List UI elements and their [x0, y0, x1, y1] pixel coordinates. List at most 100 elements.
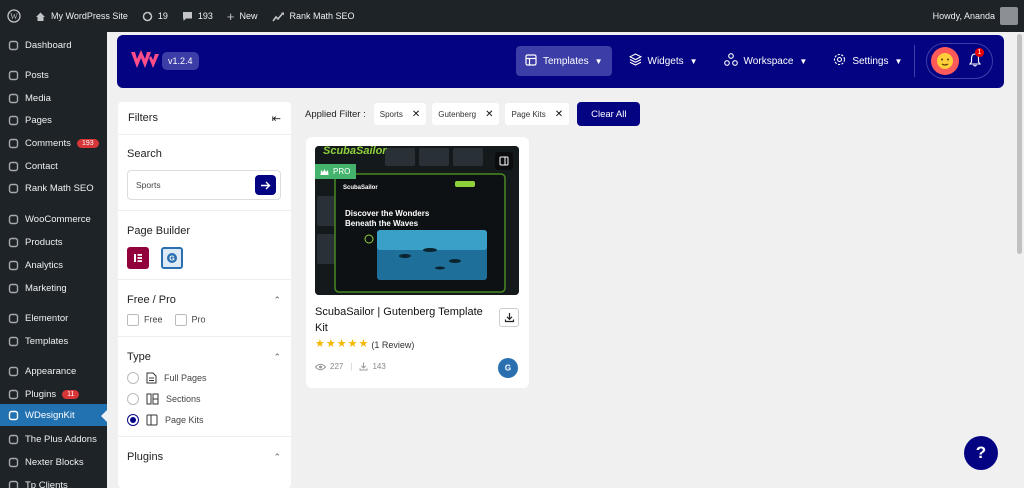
free-checkbox[interactable]: Free	[127, 314, 163, 326]
applied-filters: Applied Filter : Sports ✕ Gutenberg ✕ Pa…	[305, 102, 641, 126]
my-account-link[interactable]: Howdy, Ananda	[933, 7, 1024, 25]
sidebar-item-contact[interactable]: Contact	[0, 155, 107, 177]
filter-chip-gutenberg: Gutenberg ✕	[432, 103, 500, 125]
clients-icon	[7, 479, 19, 488]
svg-text:G: G	[169, 256, 175, 263]
sidebar-item-appearance[interactable]: Appearance	[0, 360, 107, 382]
sidebar-item-dashboard[interactable]: Dashboard	[0, 34, 107, 56]
nav-settings[interactable]: Settings ▼	[824, 46, 911, 76]
new-label: New	[239, 11, 258, 21]
wordpress-logo-button[interactable]: W	[0, 0, 28, 32]
search-section: Search Sports	[118, 135, 291, 211]
sidebar-item-analytics[interactable]: Analytics	[0, 254, 107, 276]
search-title: Search	[127, 148, 162, 160]
comments-link[interactable]: 193	[175, 0, 220, 32]
search-input[interactable]: Sports	[127, 170, 281, 200]
nav-workspace[interactable]: Workspace ▼	[715, 46, 817, 76]
sidebar-item-woocommerce[interactable]: WooCommerce	[0, 208, 107, 230]
chevron-down-icon: ▼	[689, 56, 698, 66]
site-name-link[interactable]: My WordPress Site	[28, 0, 135, 32]
template-thumbnail[interactable]: ScubaSailor Discover the Wonders Beneath…	[315, 146, 519, 295]
sidebar-item-label: Media	[25, 92, 51, 104]
search-button[interactable]	[255, 175, 276, 195]
wdesignkit-logo-icon[interactable]	[130, 49, 160, 74]
radio-button-selected[interactable]	[127, 414, 139, 426]
sidebar-item-marketing[interactable]: Marketing	[0, 277, 107, 299]
free-pro-section: Free / Pro ⌃ Free Pro	[118, 280, 291, 337]
sidebar-item-rank-math-seo[interactable]: Rank Math SEO	[0, 177, 107, 199]
comment-icon	[7, 137, 19, 149]
elementor-builder-button[interactable]	[127, 247, 149, 269]
page-kits-label: Page Kits	[165, 415, 204, 425]
sidebar-item-nexter-blocks[interactable]: Nexter Blocks	[0, 451, 107, 473]
gutenberg-icon: G	[167, 253, 177, 263]
type-option-sections[interactable]: Sections	[127, 393, 281, 405]
new-content-link[interactable]: + New	[220, 0, 265, 32]
templates-icon	[525, 53, 537, 69]
template-card[interactable]: ScubaSailor Discover the Wonders Beneath…	[306, 137, 529, 388]
chevron-down-icon: ▼	[799, 56, 808, 66]
applied-filter-label: Applied Filter :	[305, 108, 366, 120]
checkbox-box[interactable]	[127, 314, 139, 326]
close-icon[interactable]: ✕	[555, 109, 563, 120]
dashboard-icon	[7, 39, 19, 51]
sidebar-item-plugins[interactable]: Plugins 11	[0, 383, 107, 405]
wordpress-icon: W	[7, 9, 21, 23]
type-option-full-pages[interactable]: Full Pages	[127, 372, 281, 384]
updates-link[interactable]: 19	[135, 0, 175, 32]
sidebar-item-wdesignkit[interactable]: WDesignKit	[0, 404, 107, 426]
sidebar-item-the-plus-addons[interactable]: The Plus Addons	[0, 428, 107, 450]
views-count: 227	[330, 362, 344, 371]
nav-templates[interactable]: Templates ▼	[516, 46, 612, 76]
bar-chart-icon	[7, 259, 19, 271]
chevron-up-icon[interactable]: ⌃	[273, 295, 281, 306]
sidebar-item-products[interactable]: Products	[0, 231, 107, 253]
pro-checkbox[interactable]: Pro	[174, 314, 206, 326]
sidebar-item-elementor[interactable]: Elementor	[0, 307, 107, 329]
sidebar-item-pages[interactable]: Pages	[0, 109, 107, 131]
sidebar-item-posts[interactable]: Posts	[0, 64, 107, 86]
collapse-panel-icon[interactable]: ⇤	[272, 112, 281, 125]
page-builder-title: Page Builder	[127, 225, 190, 237]
close-icon[interactable]: ✕	[485, 109, 493, 120]
sidebar-item-tp-clients[interactable]: Tp Clients	[0, 474, 107, 488]
header-divider	[914, 45, 915, 77]
clear-all-button[interactable]: Clear All	[577, 102, 641, 126]
close-icon[interactable]: ✕	[412, 109, 420, 120]
elementor-icon	[7, 312, 19, 324]
rank-math-link[interactable]: Rank Math SEO	[265, 0, 362, 32]
type-option-page-kits[interactable]: Page Kits	[127, 414, 281, 426]
admin-sidebar: Dashboard Posts Media Pages Comments 193 Conta…	[0, 32, 107, 488]
page-scrollbar[interactable]	[1015, 32, 1024, 488]
help-button[interactable]: ?	[964, 436, 998, 470]
svg-text:ScubaSailor: ScubaSailor	[323, 146, 387, 157]
radio-button[interactable]	[127, 393, 139, 405]
sidebar-item-media[interactable]: Media	[0, 87, 107, 109]
sidebar-item-label: Rank Math SEO	[25, 182, 94, 194]
nav-widgets[interactable]: Widgets ▼	[620, 46, 707, 76]
gutenberg-builder-button[interactable]: G	[161, 247, 183, 269]
profile-avatar[interactable]	[931, 47, 959, 75]
radio-button[interactable]	[127, 372, 139, 384]
checkbox-box[interactable]	[174, 314, 187, 326]
brush-icon	[7, 365, 19, 377]
nav-widgets-label: Widgets	[647, 55, 684, 67]
media-icon	[7, 92, 19, 104]
sidebar-item-label: WDesignKit	[25, 409, 75, 421]
stats-divider: |	[350, 362, 353, 371]
profile-menu[interactable]: 1	[926, 43, 993, 79]
template-title[interactable]: ScubaSailor | Gutenberg Template Kit	[315, 304, 495, 336]
scrollbar-thumb[interactable]	[1017, 34, 1022, 254]
download-button[interactable]	[499, 308, 519, 327]
preview-icon[interactable]	[495, 152, 513, 170]
chevron-up-icon[interactable]: ⌃	[273, 452, 281, 463]
sidebar-item-templates[interactable]: Templates	[0, 330, 107, 352]
downloads-count: 143	[372, 362, 386, 371]
admin-bar: W My WordPress Site 19 193 + New Rank Ma…	[0, 0, 1024, 32]
plugins-section: Plugins ⌃	[118, 437, 291, 473]
sidebar-item-label: Plugins	[25, 388, 57, 400]
sidebar-item-comments[interactable]: Comments 193	[0, 132, 107, 154]
filters-panel: Filters ⇤ Search Sports Page Builder G F…	[118, 102, 291, 488]
sidebar-item-label: Elementor	[25, 312, 69, 324]
chevron-up-icon[interactable]: ⌃	[273, 352, 281, 363]
